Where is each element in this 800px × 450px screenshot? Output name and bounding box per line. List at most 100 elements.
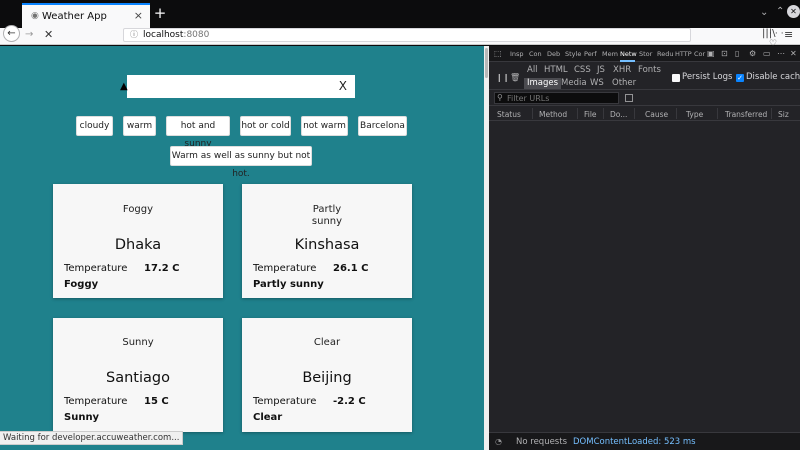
tab-close-icon[interactable]: × — [134, 9, 143, 22]
browser-tab[interactable]: ◉ Weather App × — [22, 3, 150, 28]
chip-barcelona[interactable]: Barcelona — [358, 116, 407, 136]
globe-icon: ◉ — [31, 11, 39, 21]
loading-stop-icon[interactable]: ✕ — [44, 28, 53, 41]
condition-label: Clear — [313, 337, 341, 348]
filter-icon: ⚲ — [497, 93, 503, 102]
tab-inspector[interactable]: Insp — [510, 50, 524, 58]
mouse-cursor-icon: ▲ — [120, 81, 128, 92]
column-method[interactable]: Method — [539, 110, 567, 119]
temperature-value: 15 C — [144, 396, 169, 407]
tab-title: Weather App — [42, 11, 107, 22]
navigation-bar: ← → ✕ ⓘ localhost:8080 ··· ♡ ☆ |||\ ≡ — [0, 25, 800, 59]
minimize-icon[interactable]: ⌄ — [760, 7, 768, 18]
url-text: localhost:8080 — [143, 30, 209, 40]
disable-cache-checkbox[interactable]: ✓ — [736, 74, 744, 82]
toolbox-icon[interactable]: ⊡ — [721, 49, 728, 58]
tab-style-editor[interactable]: Style — [565, 50, 581, 58]
tab-storage[interactable]: Stor — [639, 50, 652, 58]
close-devtools-icon[interactable]: ✕ — [790, 49, 797, 58]
dom-content-loaded-time: DOMContentLoaded: 523 ms — [573, 437, 696, 447]
tab-performance[interactable]: Perf — [584, 50, 597, 58]
hamburger-menu-icon[interactable]: ≡ — [784, 28, 793, 41]
condition-bold: Foggy — [64, 279, 99, 290]
persist-logs-checkbox[interactable] — [672, 74, 680, 82]
tab-redux[interactable]: Redu — [657, 50, 673, 58]
column-divider — [771, 108, 772, 119]
tab-network[interactable]: Netw — [620, 50, 637, 58]
chip-warm[interactable]: warm — [123, 116, 156, 136]
filter-media[interactable]: Media — [558, 78, 590, 89]
tab-console[interactable]: Con — [529, 50, 542, 58]
column-domain[interactable]: Do... — [610, 110, 627, 119]
column-divider — [603, 108, 604, 119]
performance-analysis-icon[interactable]: ◔ — [495, 437, 502, 446]
pause-icon[interactable]: ❙❙ — [496, 73, 509, 82]
filter-urls-input[interactable] — [494, 92, 619, 104]
chip-hot-and-sunny[interactable]: hot and sunny — [166, 116, 230, 149]
persist-logs-label: Persist Logs — [682, 72, 733, 82]
filter-fonts[interactable]: Fonts — [635, 65, 664, 76]
tab-http[interactable]: HTTP — [675, 50, 692, 58]
city-name: Dhaka — [114, 237, 162, 253]
url-port: :8080 — [183, 30, 210, 40]
library-icon[interactable]: |||\ — [762, 28, 775, 39]
page-viewport: X ▲ cloudy warm hot and sunny hot or col… — [0, 46, 484, 450]
dock-icon[interactable]: ▭ — [763, 49, 771, 58]
devtools-panel: ⬚ Insp Con Deb Style Perf Mem Netw Stor … — [489, 46, 800, 450]
temperature-label: Temperature — [253, 396, 317, 407]
condition-label: Partly sunny — [311, 204, 343, 227]
url-bar[interactable]: ⓘ localhost:8080 ··· ♡ ☆ — [123, 28, 784, 59]
filter-js[interactable]: JS — [594, 65, 608, 76]
settings-gear-icon[interactable]: ⚙ — [749, 49, 756, 58]
tab-debugger[interactable]: Deb — [547, 50, 560, 58]
new-tab-button[interactable]: + — [153, 5, 167, 21]
chip-cloudy[interactable]: cloudy — [76, 116, 113, 136]
scrollbar-thumb[interactable] — [485, 48, 488, 78]
temperature-value: 17.2 C — [144, 263, 180, 274]
request-blocking-icon[interactable] — [625, 94, 633, 102]
filter-images[interactable]: Images — [524, 78, 562, 89]
filter-ws[interactable]: WS — [587, 78, 607, 89]
info-icon[interactable]: ⓘ — [130, 29, 138, 40]
forward-button[interactable]: → — [25, 29, 33, 40]
chip-not-warm[interactable]: not warm — [301, 116, 348, 136]
column-type[interactable]: Type — [686, 110, 703, 119]
column-divider — [577, 108, 578, 119]
tab-cookies[interactable]: Cor — [694, 50, 705, 58]
filter-css[interactable]: CSS — [571, 65, 594, 76]
window-close-icon[interactable]: ✕ — [787, 5, 800, 18]
filter-html[interactable]: HTML — [541, 65, 571, 76]
temperature-label: Temperature — [64, 263, 128, 274]
temperature-label: Temperature — [64, 396, 128, 407]
weather-card: Clear Beijing Temperature -2.2 C Clear — [242, 318, 412, 432]
trash-icon[interactable]: 🗑 — [510, 73, 520, 82]
more-options-icon[interactable]: ⋯ — [777, 49, 785, 58]
search-input[interactable] — [127, 75, 332, 98]
maximize-icon[interactable]: ⌃ — [776, 6, 784, 17]
back-button[interactable]: ← — [3, 25, 20, 42]
city-name: Kinshasa — [294, 237, 360, 253]
filter-xhr[interactable]: XHR — [610, 65, 634, 76]
request-table-header: Status Method File Do... Cause Type Tran… — [489, 107, 800, 121]
chip-long-query[interactable]: Warm as well as sunny but not hot. — [170, 146, 312, 179]
column-status[interactable]: Status — [497, 110, 521, 119]
frame-select-icon[interactable]: ▣ — [707, 49, 715, 58]
column-divider — [634, 108, 635, 119]
column-size[interactable]: Siz — [778, 110, 789, 119]
condition-bold: Partly sunny — [253, 279, 324, 290]
tab-memory[interactable]: Mem — [602, 50, 618, 58]
filter-all[interactable]: All — [524, 65, 541, 76]
city-name: Santiago — [106, 370, 170, 386]
filter-other[interactable]: Other — [609, 78, 639, 89]
column-transferred[interactable]: Transferred — [725, 110, 767, 119]
weather-card: Foggy Dhaka Temperature 17.2 C Foggy — [53, 184, 223, 298]
element-picker-icon[interactable]: ⬚ — [494, 49, 502, 58]
condition-label: Foggy — [122, 204, 154, 215]
column-file[interactable]: File — [584, 110, 597, 119]
chip-hot-or-cold[interactable]: hot or cold — [240, 116, 291, 136]
responsive-mode-icon[interactable]: ▯ — [735, 49, 739, 58]
condition-bold: Clear — [253, 412, 283, 423]
column-cause[interactable]: Cause — [645, 110, 668, 119]
request-count: No requests — [516, 437, 567, 447]
clear-search-button[interactable]: X — [339, 79, 347, 93]
